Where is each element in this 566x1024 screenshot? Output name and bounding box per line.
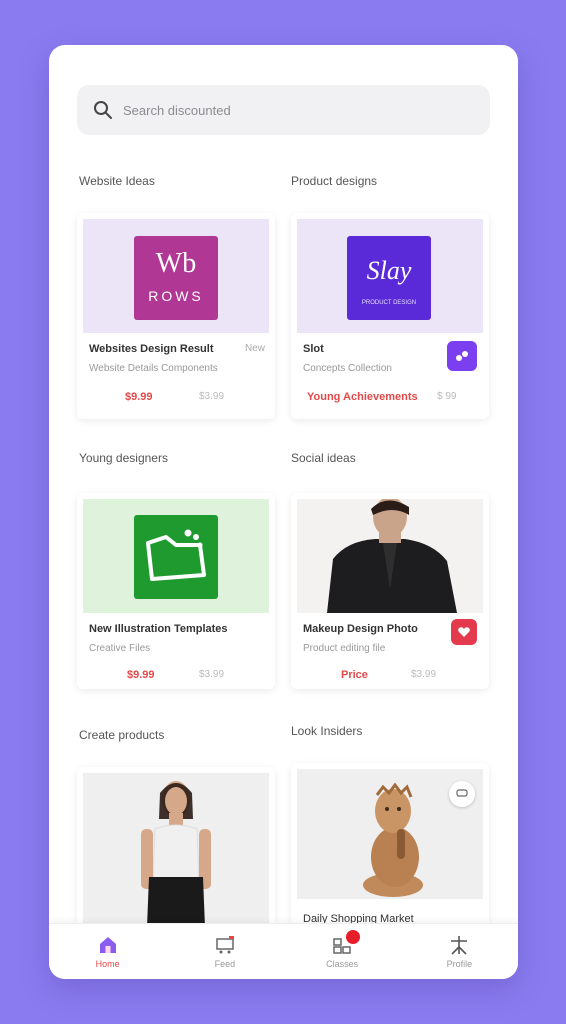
card-tag: New bbox=[244, 343, 265, 354]
card-old-price: $3.99 bbox=[411, 669, 437, 680]
card-thumbnail bbox=[83, 773, 269, 927]
card-old-price: $ 99 bbox=[437, 391, 457, 402]
card-title: Makeup Design Photo bbox=[303, 623, 418, 635]
nav-label-classes: Classes bbox=[326, 958, 359, 969]
favorite-button[interactable] bbox=[451, 619, 477, 645]
nav-label-home: Home bbox=[95, 958, 120, 969]
chat-icon bbox=[456, 789, 468, 797]
card-thumbnail bbox=[297, 769, 483, 899]
cart-icon bbox=[216, 935, 234, 953]
share-button[interactable] bbox=[447, 341, 477, 371]
model-photo bbox=[141, 781, 211, 927]
card-thumbnail bbox=[83, 499, 269, 613]
card-price: $9.99 bbox=[125, 391, 153, 403]
card-price: $9.99 bbox=[127, 669, 155, 681]
logo-text-main: Wb bbox=[155, 248, 197, 279]
notification-badge bbox=[345, 930, 360, 944]
card-thumbnail: Slay PRODUCT DESIGN bbox=[297, 219, 483, 333]
section-title-create-products: Create products bbox=[79, 728, 165, 742]
home-icon bbox=[99, 936, 116, 953]
product-card-shopping[interactable]: Daily Shopping Market bbox=[291, 763, 489, 927]
product-card-websites[interactable]: Wb ROWS Websites Design Result New Websi… bbox=[77, 213, 275, 419]
card-title: Slot bbox=[303, 343, 324, 355]
card-thumbnail bbox=[297, 497, 483, 613]
app-screen: Website Ideas Product designs Young desi… bbox=[49, 45, 518, 979]
person-icon bbox=[451, 935, 468, 955]
search-icon bbox=[94, 101, 112, 119]
nav-home[interactable]: Home bbox=[49, 924, 166, 979]
nav-profile[interactable]: Profile bbox=[401, 924, 518, 979]
search-input[interactable] bbox=[123, 102, 423, 118]
person-photo bbox=[327, 497, 457, 613]
folder-icon bbox=[146, 529, 206, 581]
slay-logo: Slay PRODUCT DESIGN bbox=[347, 236, 431, 320]
card-title: New Illustration Templates bbox=[89, 623, 228, 635]
card-subtitle: Concepts Collection bbox=[303, 363, 392, 374]
card-price: Price bbox=[341, 669, 368, 681]
nav-classes[interactable]: Classes bbox=[284, 924, 401, 979]
nav-label-profile: Profile bbox=[446, 958, 473, 969]
heart-icon bbox=[458, 627, 470, 637]
card-price: Young Achievements bbox=[307, 391, 418, 403]
card-old-price: $3.99 bbox=[199, 391, 225, 402]
card-subtitle: Website Details Components bbox=[89, 363, 218, 374]
bottom-navigation: Home Feed Classes Profile bbox=[49, 923, 518, 979]
folder-app-logo bbox=[134, 515, 218, 599]
section-title-product-designs: Product designs bbox=[291, 174, 378, 188]
section-title-social-ideas: Social ideas bbox=[291, 451, 356, 465]
card-subtitle: Product editing file bbox=[303, 643, 386, 654]
product-card-fashion[interactable] bbox=[77, 767, 275, 927]
nav-label-feed: Feed bbox=[214, 958, 236, 969]
link-icon bbox=[456, 351, 468, 361]
section-title-young-designers: Young designers bbox=[79, 451, 168, 465]
product-card-makeup[interactable]: Makeup Design Photo Product editing file… bbox=[291, 493, 489, 689]
product-card-slay[interactable]: Slay PRODUCT DESIGN Slot Concepts Collec… bbox=[291, 213, 489, 419]
logo-text-sub: PRODUCT DESIGN bbox=[361, 300, 417, 306]
product-card-illustration[interactable]: New Illustration Templates Creative File… bbox=[77, 493, 275, 689]
card-old-price: $3.99 bbox=[199, 669, 225, 680]
chat-button[interactable] bbox=[449, 781, 475, 807]
nav-feed[interactable]: Feed bbox=[166, 924, 283, 979]
card-title: Websites Design Result bbox=[89, 343, 214, 355]
websites-logo: Wb ROWS bbox=[134, 236, 218, 320]
search-bar[interactable] bbox=[77, 85, 490, 135]
section-title-look-insiders: Look Insiders bbox=[291, 724, 363, 738]
card-thumbnail: Wb ROWS bbox=[83, 219, 269, 333]
card-subtitle: Creative Files bbox=[89, 643, 151, 654]
logo-text-main: Slay bbox=[366, 256, 412, 285]
section-title-website-ideas: Website Ideas bbox=[79, 174, 155, 188]
logo-text-sub: ROWS bbox=[148, 288, 204, 304]
